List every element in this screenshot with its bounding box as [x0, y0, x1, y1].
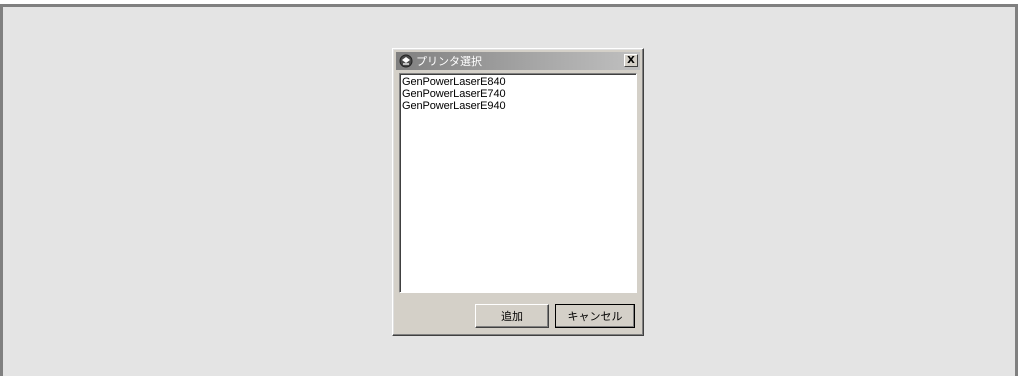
dialog-title: プリンタ選択 [416, 55, 482, 68]
add-button[interactable]: 追加 [475, 304, 549, 328]
list-item[interactable]: GenPowerLaserE740 [402, 88, 634, 100]
printer-select-dialog: プリンタ選択 X GenPowerLaserE840 GenPowerLaser… [392, 48, 644, 336]
list-item[interactable]: GenPowerLaserE840 [402, 76, 634, 88]
cancel-button[interactable]: キャンセル [555, 304, 635, 328]
dialog-titlebar[interactable]: プリンタ選択 X [396, 52, 640, 70]
printer-icon [398, 53, 414, 69]
close-button[interactable]: X [624, 54, 638, 67]
printer-listbox[interactable]: GenPowerLaserE840 GenPowerLaserE740 GenP… [399, 73, 637, 293]
close-icon: X [627, 54, 635, 66]
list-item[interactable]: GenPowerLaserE940 [402, 100, 634, 112]
